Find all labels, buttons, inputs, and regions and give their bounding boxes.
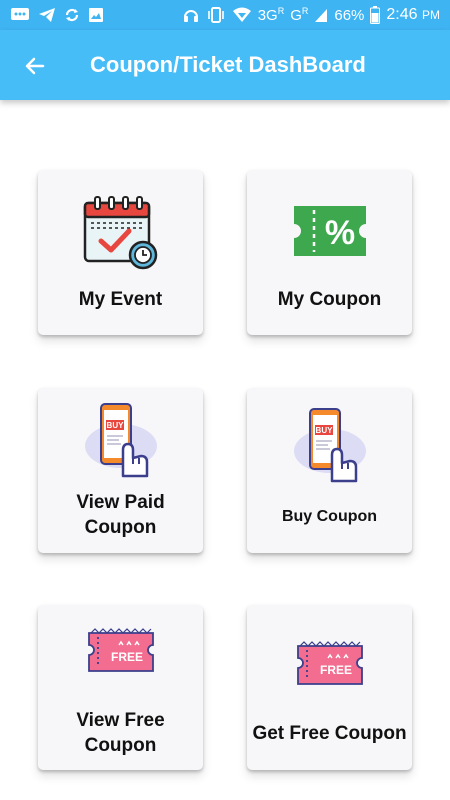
arrow-left-icon (25, 57, 45, 75)
telegram-icon (38, 7, 56, 23)
app-bar: Coupon/Ticket DashBoard (0, 30, 450, 100)
svg-text:%: % (324, 214, 354, 252)
get-free-coupon-label: Get Free Coupon (252, 723, 407, 744)
svg-text:BUY: BUY (315, 426, 333, 435)
buy-coupon-card[interactable]: BUY Buy Coupon (247, 388, 412, 553)
signal-icon (314, 7, 328, 23)
image-icon (88, 7, 104, 23)
back-button[interactable] (20, 51, 50, 81)
svg-text:FREE: FREE (110, 650, 142, 664)
view-free-coupon-label: View Free Coupon (76, 710, 165, 756)
free-ticket-icon: FREE (38, 627, 203, 677)
view-free-coupon-card[interactable]: FREE View Free Coupon (38, 605, 203, 770)
page-title: Coupon/Ticket DashBoard (90, 52, 366, 77)
battery-icon (370, 6, 381, 24)
my-event-card[interactable]: My Event (38, 170, 203, 335)
phone-buy-icon: BUY (38, 398, 203, 478)
network-g-label: GR (290, 6, 309, 24)
status-bar-system: 3GR GR 66% 2:46 PM (182, 0, 440, 30)
my-coupon-card[interactable]: % My Coupon (247, 170, 412, 335)
svg-text:FREE: FREE (319, 663, 351, 677)
status-bar: 3GR GR 66% 2:46 PM (0, 0, 450, 30)
sync-icon (64, 7, 80, 23)
vibrate-icon (206, 7, 226, 23)
wifi-icon (232, 7, 252, 23)
free-ticket-icon: FREE (247, 640, 412, 690)
clock: 2:46 PM (386, 6, 440, 23)
svg-text:BUY: BUY (106, 421, 124, 430)
calendar-event-icon (38, 195, 203, 271)
headset-icon (182, 7, 200, 23)
my-event-label: My Event (78, 289, 163, 310)
buy-coupon-label: Buy Coupon (281, 508, 378, 525)
phone-buy-icon: BUY (247, 403, 412, 483)
view-paid-coupon-card[interactable]: BUY View Paid Coupon (38, 388, 203, 553)
status-bar-notifications (10, 0, 104, 30)
get-free-coupon-card[interactable]: FREE Get Free Coupon (247, 605, 412, 770)
messages-icon (10, 7, 30, 23)
percent-coupon-icon: % (247, 204, 412, 258)
view-paid-coupon-label: View Paid Coupon (76, 492, 165, 538)
battery-percent: 66% (334, 6, 365, 24)
my-coupon-label: My Coupon (277, 289, 382, 310)
network-3g-label: 3GR (257, 6, 285, 24)
